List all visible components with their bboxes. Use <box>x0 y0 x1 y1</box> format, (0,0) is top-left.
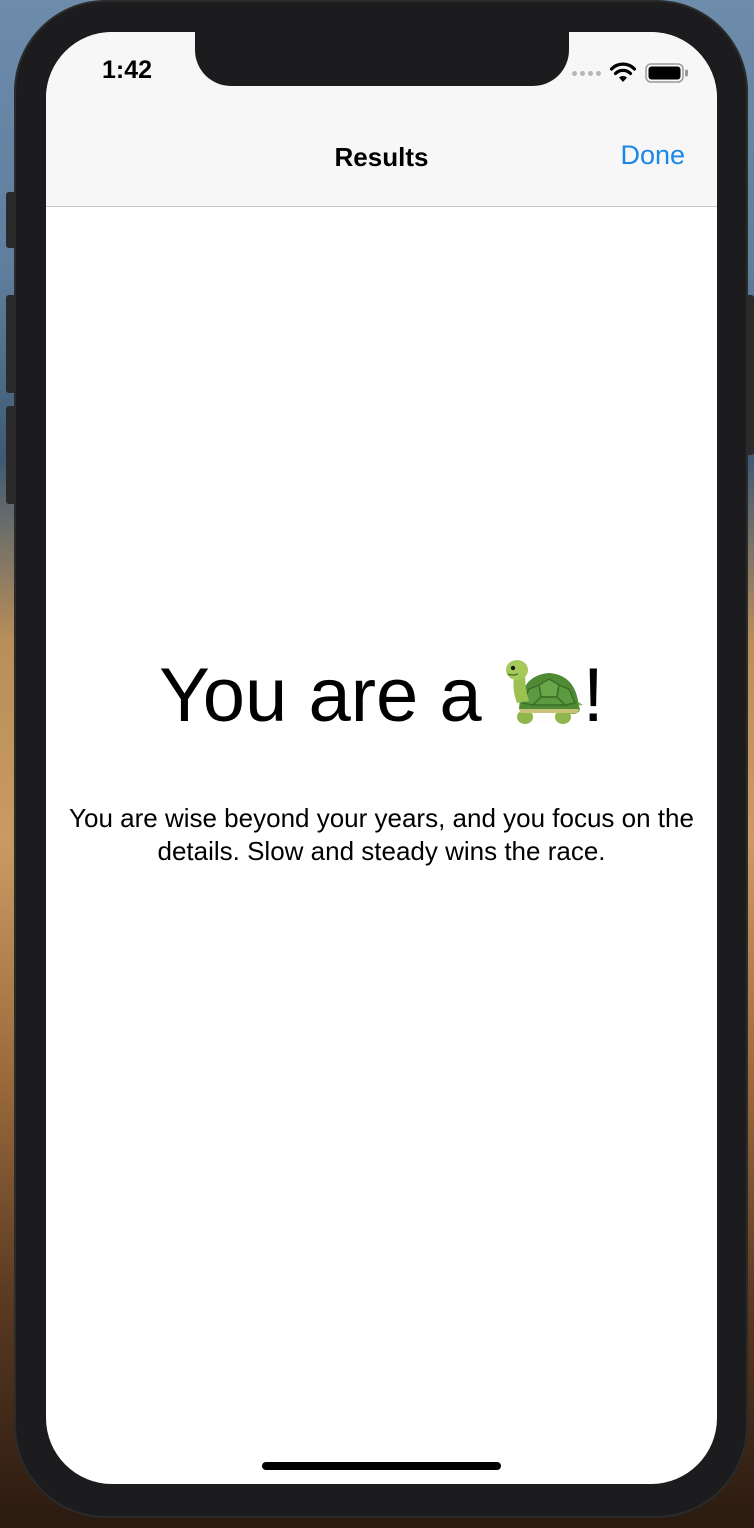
home-indicator[interactable] <box>262 1462 501 1470</box>
app-screen: 1:42 Results Done You are a ! You are wi… <box>46 32 717 1484</box>
result-description: You are wise beyond your years, and you … <box>69 803 694 866</box>
status-time: 1:42 <box>102 56 153 84</box>
result-heading-prefix: You are a <box>159 653 503 738</box>
navigation-bar: Results Done <box>46 120 717 207</box>
wifi-icon <box>609 62 637 82</box>
done-button[interactable]: Done <box>620 140 685 171</box>
device-notch <box>195 32 569 86</box>
status-icons <box>572 62 689 84</box>
page-title: Results <box>334 142 429 172</box>
cellular-signal-icon <box>572 70 601 76</box>
turtle-icon <box>503 657 583 727</box>
battery-icon <box>645 63 688 83</box>
result-heading-suffix: ! <box>582 653 604 738</box>
result-heading: You are a ! <box>46 652 717 739</box>
